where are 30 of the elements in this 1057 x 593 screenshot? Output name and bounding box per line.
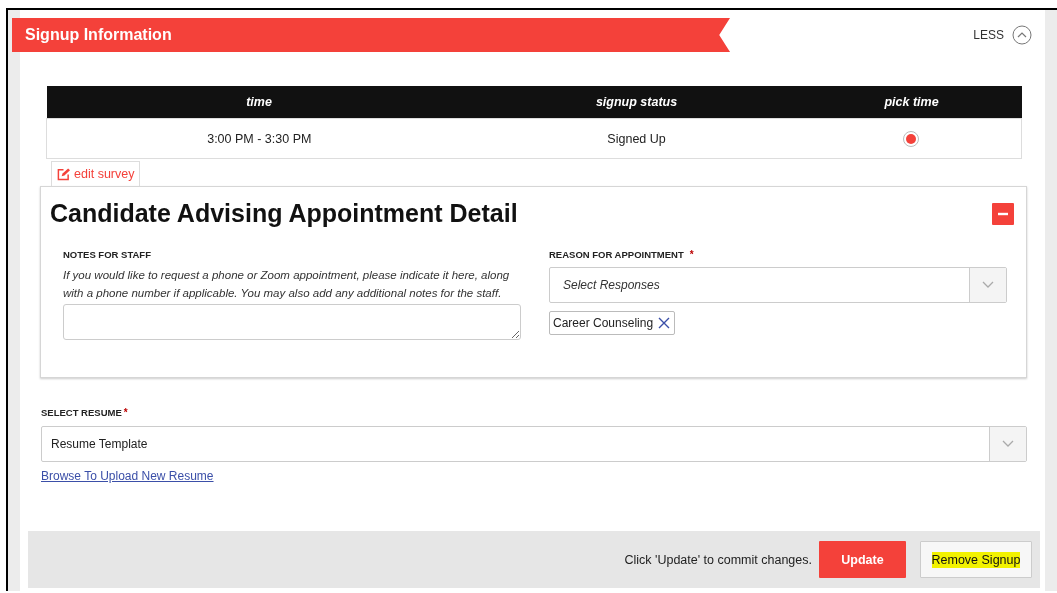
chevron-down-icon [982, 281, 994, 289]
remove-signup-button[interactable]: Remove Signup [920, 541, 1032, 578]
required-mark: * [123, 407, 128, 418]
collapse-icon[interactable] [992, 202, 1014, 225]
field-label: NOTES FOR STAFF [63, 249, 152, 260]
edit-survey-link[interactable]: edit survey [51, 161, 141, 186]
upload-resume-link[interactable]: Browse To Upload New Resume [41, 469, 214, 483]
notes-field[interactable] [63, 304, 521, 340]
table-cell: 3:00 PM - 3:30 PM [46, 118, 472, 159]
column-header: signup status [471, 86, 802, 119]
chevron-circle-icon[interactable] [1012, 25, 1032, 45]
select-field[interactable]: Select Responses [549, 267, 1007, 303]
remove-icon[interactable] [657, 316, 672, 330]
chevron-down-icon [1002, 440, 1014, 448]
selected-tag[interactable]: Career Counseling [549, 311, 676, 335]
field-label: REASON FOR APPOINTMENT [549, 249, 684, 260]
resume-select[interactable]: Resume Template [41, 426, 1027, 462]
section-title: Candidate Advising Appointment Detail [50, 199, 518, 228]
column-header: pick time [801, 86, 1022, 119]
update-button[interactable]: Update [819, 541, 906, 578]
radio-button[interactable] [903, 130, 920, 147]
help-text: If you would like to request a phone or Zoom appointment, please indicate it here, along with a phone number if applicable. You may also add any additional notes for the staff. [63, 268, 511, 301]
edit-icon [57, 167, 70, 181]
required-mark: * [689, 249, 694, 260]
column-header: time [46, 86, 472, 119]
field-label: SELECT RESUME [41, 407, 122, 418]
table-cell: Signed Up [471, 118, 802, 159]
section-banner: Signup Information [12, 18, 730, 52]
hint-text: Click 'Update' to commit changes. [624, 552, 812, 567]
less-toggle[interactable]: LESS [973, 28, 1004, 42]
